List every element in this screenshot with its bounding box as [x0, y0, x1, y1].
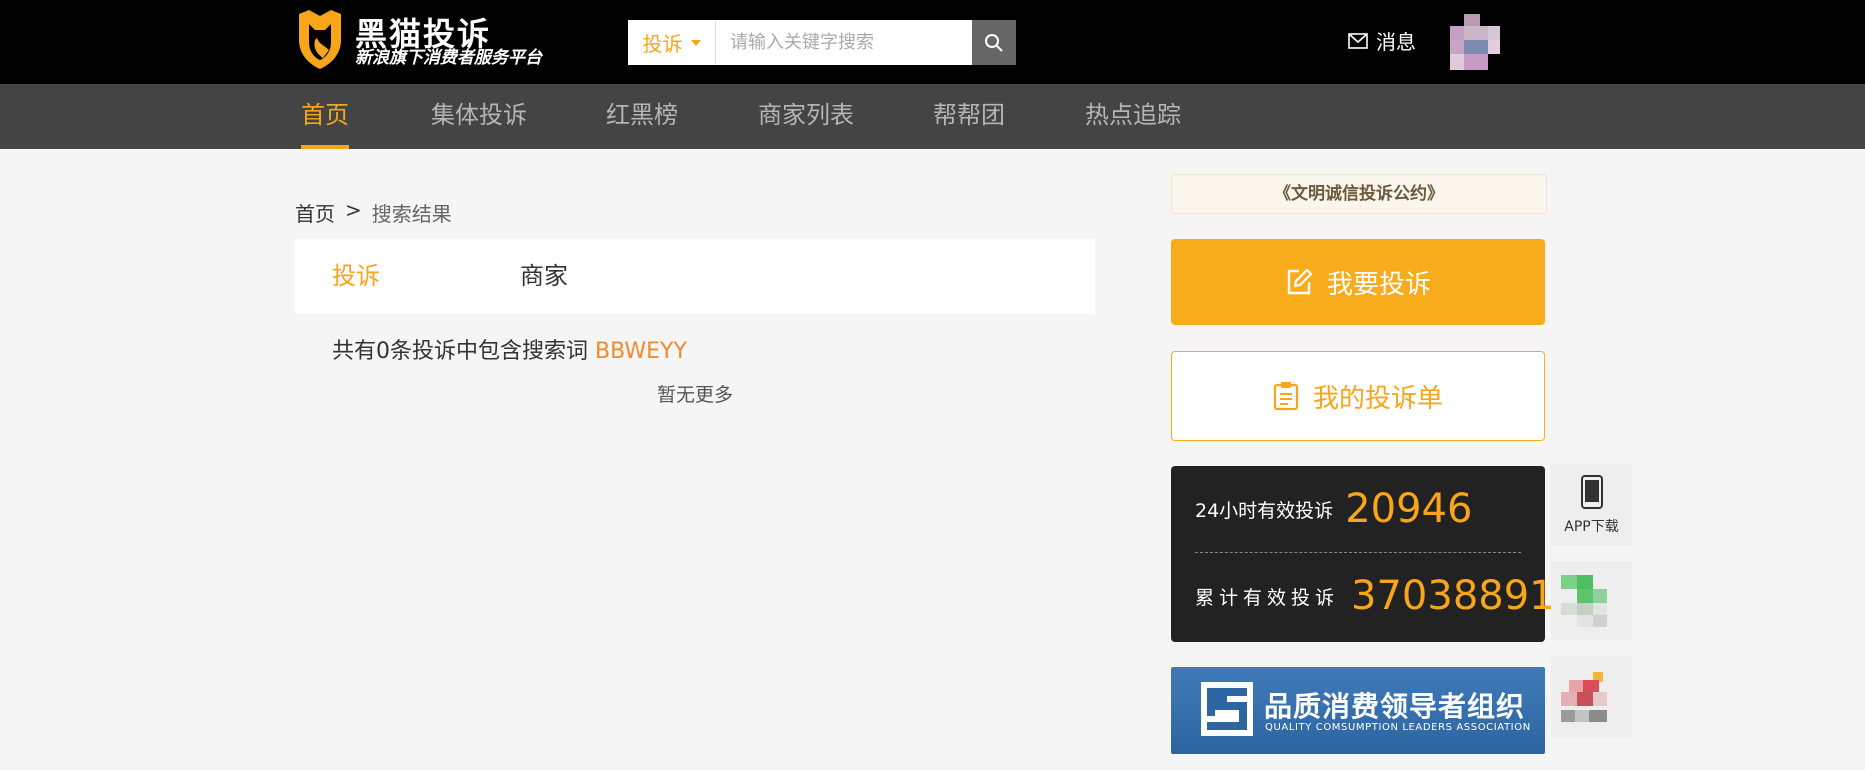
search-keyword: BBWEYY	[595, 339, 687, 364]
search-type-dropdown[interactable]: 投诉	[628, 20, 716, 65]
quality-banner-subtitle: QUALITY COMSUMPTION LEADERS ASSOCIATION	[1265, 722, 1531, 733]
breadcrumb-separator: >	[345, 198, 362, 222]
search-bar: 投诉	[628, 20, 1016, 65]
my-complaints-button[interactable]: 我的投诉单	[1171, 351, 1545, 441]
site-logo[interactable]: 黑猫投诉 新浪旗下消费者服务平台	[295, 10, 585, 70]
stats-total-value: 37038891	[1351, 573, 1555, 619]
top-header: 黑猫投诉 新浪旗下消费者服务平台 投诉 消息	[0, 0, 1865, 84]
caret-down-icon	[690, 39, 701, 46]
no-more-text: 暂无更多	[656, 384, 733, 406]
tab-merchants[interactable]: 商家	[520, 239, 568, 314]
search-result-tabs: 投诉 商家	[295, 239, 1095, 314]
search-input[interactable]	[716, 20, 972, 65]
result-summary-text: 共有0条投诉中包含搜索词	[332, 339, 588, 364]
black-cat-shield-icon	[299, 10, 341, 69]
messages-label: 消息	[1376, 30, 1416, 54]
file-complaint-label: 我要投诉	[1326, 269, 1431, 300]
stats-row-total: 累计有效投诉 37038891	[1195, 566, 1555, 626]
edit-icon	[1287, 268, 1313, 295]
stats-row-24h: 24小时有效投诉 20946	[1195, 479, 1525, 539]
envelope-icon	[1348, 32, 1368, 49]
stats-total-label: 累计有效投诉	[1195, 586, 1340, 609]
brand-subtitle: 新浪旗下消费者服务平台	[355, 48, 542, 68]
nav-item-red-black-list[interactable]: 红黑榜	[606, 84, 678, 149]
civility-pact-link[interactable]: 《文明诚信投诉公约》	[1171, 174, 1547, 214]
main-nav: 首页 集体投诉 红黑榜 商家列表 帮帮团 热点追踪	[0, 84, 1865, 149]
messages-link[interactable]: 消息	[1348, 26, 1416, 55]
nav-item-help-group[interactable]: 帮帮团	[933, 84, 1005, 149]
stats-24h-value: 20946	[1345, 486, 1473, 532]
weibo-qr-tile[interactable]	[1551, 656, 1632, 738]
quality-banner-title: 品质消费领导者组织	[1264, 690, 1526, 723]
breadcrumb: 首页 > 搜索结果	[295, 198, 452, 227]
nav-item-merchant-list[interactable]: 商家列表	[758, 84, 854, 149]
stats-24h-label: 24小时有效投诉	[1195, 499, 1334, 522]
search-icon	[985, 33, 1003, 52]
app-download-label: APP下载	[1564, 519, 1619, 535]
breadcrumb-current: 搜索结果	[371, 202, 452, 226]
nav-item-hot-tracking[interactable]: 热点追踪	[1085, 84, 1181, 149]
wechat-qr-tile[interactable]	[1551, 561, 1632, 640]
my-complaints-label: 我的投诉单	[1312, 383, 1443, 414]
nav-item-home[interactable]: 首页	[301, 84, 349, 149]
search-button[interactable]	[972, 20, 1016, 65]
complaint-stats-panel: 24小时有效投诉 20946 累计有效投诉 37038891	[1171, 466, 1555, 642]
tab-complaints[interactable]: 投诉	[332, 239, 380, 314]
mobile-phone-icon	[1581, 475, 1603, 509]
clipboard-icon	[1273, 382, 1299, 411]
user-avatar[interactable]	[1450, 14, 1508, 70]
brand-title: 黑猫投诉	[355, 15, 492, 53]
stats-divider	[1195, 552, 1521, 553]
nav-item-group-complaints[interactable]: 集体投诉	[431, 84, 527, 149]
file-complaint-button[interactable]: 我要投诉	[1171, 239, 1545, 325]
quality-consumption-banner[interactable]: 品质消费领导者组织 QUALITY COMSUMPTION LEADERS AS…	[1171, 667, 1545, 754]
search-type-label: 投诉	[642, 32, 683, 56]
quality-association-logo-icon	[1201, 682, 1253, 736]
breadcrumb-home[interactable]: 首页	[295, 198, 335, 227]
app-download-tile[interactable]: APP下载	[1551, 464, 1632, 545]
result-summary: 共有0条投诉中包含搜索词 BBWEYY	[332, 333, 687, 365]
